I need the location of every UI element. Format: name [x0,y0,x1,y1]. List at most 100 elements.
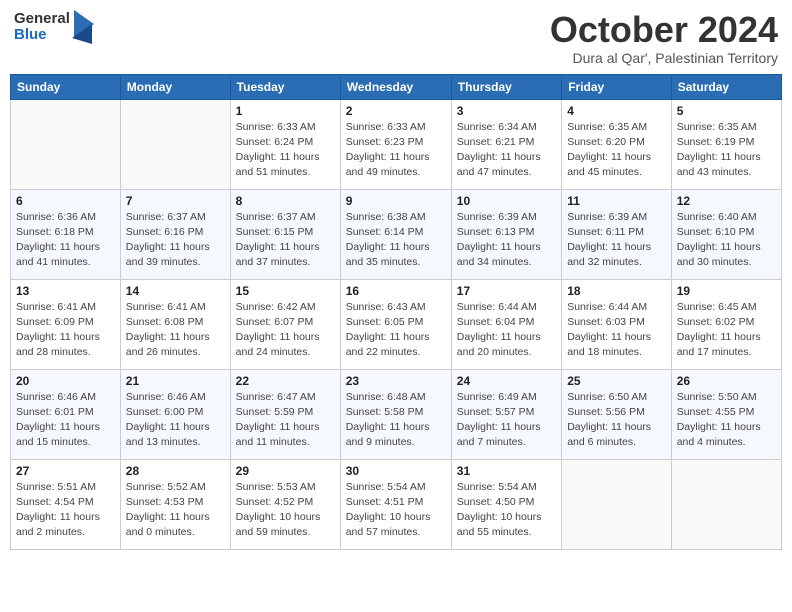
calendar-day-cell: 11 Sunrise: 6:39 AM Sunset: 6:11 PM Dayli… [562,189,672,279]
day-info: Sunrise: 6:42 AM Sunset: 6:07 PM Dayligh… [236,300,335,361]
day-info: Sunrise: 5:52 AM Sunset: 4:53 PM Dayligh… [126,480,225,541]
day-number: 22 [236,374,335,388]
calendar-table: SundayMondayTuesdayWednesdayThursdayFrid… [10,74,782,550]
calendar-day-cell: 7Sunrise: 6:37 AM Sunset: 6:16 PM Daylig… [120,189,230,279]
day-info: Sunrise: 6:39 AM Sunset: 6:11 PM Dayligh… [567,210,666,271]
weekday-header-wednesday: Wednesday [340,74,451,99]
calendar-day-cell: 26Sunrise: 5:50 AM Sunset: 4:55 PM Dayli… [671,369,781,459]
calendar-day-cell: 20 Sunrise: 6:46 AM Sunset: 6:01 PM Dayli… [11,369,121,459]
logo-icon [72,10,94,44]
day-info: Sunrise: 6:46 AM Sunset: 6:00 PM Dayligh… [126,390,225,451]
day-number: 20 [16,374,115,388]
calendar-day-cell: 14 Sunrise: 6:41 AM Sunset: 6:08 PM Dayli… [120,279,230,369]
day-info: Sunrise: 6:44 AM Sunset: 6:04 PM Dayligh… [457,300,556,361]
weekday-header-saturday: Saturday [671,74,781,99]
calendar-day-cell [562,459,672,549]
day-number: 28 [126,464,225,478]
day-info: Sunrise: 6:36 AM Sunset: 6:18 PM Dayligh… [16,210,115,271]
weekday-header-tuesday: Tuesday [230,74,340,99]
calendar-day-cell [120,99,230,189]
weekday-header-thursday: Thursday [451,74,561,99]
calendar-day-cell: 13Sunrise: 6:41 AM Sunset: 6:09 PM Dayli… [11,279,121,369]
calendar-day-cell: 27 Sunrise: 5:51 AM Sunset: 4:54 PM Dayli… [11,459,121,549]
weekday-header-friday: Friday [562,74,672,99]
logo-general: General [14,11,70,28]
day-number: 19 [677,284,776,298]
day-info: Sunrise: 6:41 AM Sunset: 6:08 PM Dayligh… [126,300,225,361]
day-number: 3 [457,104,556,118]
calendar-day-cell: 19 Sunrise: 6:45 AM Sunset: 6:02 PM Dayli… [671,279,781,369]
calendar-day-cell: 12Sunrise: 6:40 AM Sunset: 6:10 PM Dayli… [671,189,781,279]
day-info: Sunrise: 6:44 AM Sunset: 6:03 PM Dayligh… [567,300,666,361]
day-info: Sunrise: 6:47 AM Sunset: 5:59 PM Dayligh… [236,390,335,451]
day-number: 18 [567,284,666,298]
day-number: 4 [567,104,666,118]
day-info: Sunrise: 6:48 AM Sunset: 5:58 PM Dayligh… [346,390,446,451]
day-number: 1 [236,104,335,118]
calendar-day-cell: 17 Sunrise: 6:44 AM Sunset: 6:04 PM Dayli… [451,279,561,369]
calendar-day-cell: 31Sunrise: 5:54 AM Sunset: 4:50 PM Dayli… [451,459,561,549]
day-info: Sunrise: 6:49 AM Sunset: 5:57 PM Dayligh… [457,390,556,451]
weekday-header-monday: Monday [120,74,230,99]
calendar-day-cell: 16 Sunrise: 6:43 AM Sunset: 6:05 PM Dayli… [340,279,451,369]
title-block: October 2024 Dura al Qar', Palestinian T… [550,10,778,66]
calendar-week-row: 20 Sunrise: 6:46 AM Sunset: 6:01 PM Dayli… [11,369,782,459]
calendar-day-cell: 1 Sunrise: 6:33 AM Sunset: 6:24 PM Daylig… [230,99,340,189]
weekday-header-row: SundayMondayTuesdayWednesdayThursdayFrid… [11,74,782,99]
calendar-day-cell: 21 Sunrise: 6:46 AM Sunset: 6:00 PM Dayli… [120,369,230,459]
day-info: Sunrise: 6:39 AM Sunset: 6:13 PM Dayligh… [457,210,556,271]
logo-text: General Blue [14,11,70,44]
day-info: Sunrise: 6:35 AM Sunset: 6:19 PM Dayligh… [677,120,776,181]
calendar-day-cell: 4Sunrise: 6:35 AM Sunset: 6:20 PM Daylig… [562,99,672,189]
day-number: 17 [457,284,556,298]
calendar-day-cell: 24Sunrise: 6:49 AM Sunset: 5:57 PM Dayli… [451,369,561,459]
day-info: Sunrise: 5:53 AM Sunset: 4:52 PM Dayligh… [236,480,335,541]
day-number: 2 [346,104,446,118]
logo-blue: Blue [14,27,70,44]
day-number: 23 [346,374,446,388]
day-number: 5 [677,104,776,118]
calendar-day-cell: 3Sunrise: 6:34 AM Sunset: 6:21 PM Daylig… [451,99,561,189]
day-number: 27 [16,464,115,478]
day-info: Sunrise: 6:41 AM Sunset: 6:09 PM Dayligh… [16,300,115,361]
day-number: 21 [126,374,225,388]
day-number: 8 [236,194,335,208]
day-info: Sunrise: 6:45 AM Sunset: 6:02 PM Dayligh… [677,300,776,361]
calendar-day-cell: 30 Sunrise: 5:54 AM Sunset: 4:51 PM Dayli… [340,459,451,549]
day-info: Sunrise: 6:33 AM Sunset: 6:23 PM Dayligh… [346,120,446,181]
day-number: 6 [16,194,115,208]
day-number: 10 [457,194,556,208]
calendar-day-cell: 5 Sunrise: 6:35 AM Sunset: 6:19 PM Daylig… [671,99,781,189]
day-info: Sunrise: 5:54 AM Sunset: 4:51 PM Dayligh… [346,480,446,541]
calendar-week-row: 6 Sunrise: 6:36 AM Sunset: 6:18 PM Daylig… [11,189,782,279]
day-info: Sunrise: 6:37 AM Sunset: 6:15 PM Dayligh… [236,210,335,271]
day-info: Sunrise: 6:37 AM Sunset: 6:16 PM Dayligh… [126,210,225,271]
day-info: Sunrise: 5:51 AM Sunset: 4:54 PM Dayligh… [16,480,115,541]
day-number: 15 [236,284,335,298]
day-number: 11 [567,194,666,208]
day-number: 29 [236,464,335,478]
day-info: Sunrise: 6:43 AM Sunset: 6:05 PM Dayligh… [346,300,446,361]
page-header: General Blue October 2024 Dura al Qar', … [10,10,782,66]
weekday-header-sunday: Sunday [11,74,121,99]
month-title: October 2024 [550,10,778,50]
location-title: Dura al Qar', Palestinian Territory [550,50,778,66]
calendar-day-cell: 9Sunrise: 6:38 AM Sunset: 6:14 PM Daylig… [340,189,451,279]
calendar-day-cell: 22 Sunrise: 6:47 AM Sunset: 5:59 PM Dayli… [230,369,340,459]
calendar-day-cell: 23 Sunrise: 6:48 AM Sunset: 5:58 PM Dayli… [340,369,451,459]
day-number: 30 [346,464,446,478]
day-number: 12 [677,194,776,208]
day-info: Sunrise: 6:38 AM Sunset: 6:14 PM Dayligh… [346,210,446,271]
day-info: Sunrise: 6:46 AM Sunset: 6:01 PM Dayligh… [16,390,115,451]
day-number: 14 [126,284,225,298]
day-info: Sunrise: 6:50 AM Sunset: 5:56 PM Dayligh… [567,390,666,451]
calendar-day-cell: 18 Sunrise: 6:44 AM Sunset: 6:03 PM Dayli… [562,279,672,369]
day-number: 25 [567,374,666,388]
day-number: 16 [346,284,446,298]
calendar-week-row: 1 Sunrise: 6:33 AM Sunset: 6:24 PM Daylig… [11,99,782,189]
calendar-day-cell: 10 Sunrise: 6:39 AM Sunset: 6:13 PM Dayli… [451,189,561,279]
day-number: 26 [677,374,776,388]
calendar-day-cell: 28 Sunrise: 5:52 AM Sunset: 4:53 PM Dayli… [120,459,230,549]
day-info: Sunrise: 6:33 AM Sunset: 6:24 PM Dayligh… [236,120,335,181]
day-info: Sunrise: 5:54 AM Sunset: 4:50 PM Dayligh… [457,480,556,541]
